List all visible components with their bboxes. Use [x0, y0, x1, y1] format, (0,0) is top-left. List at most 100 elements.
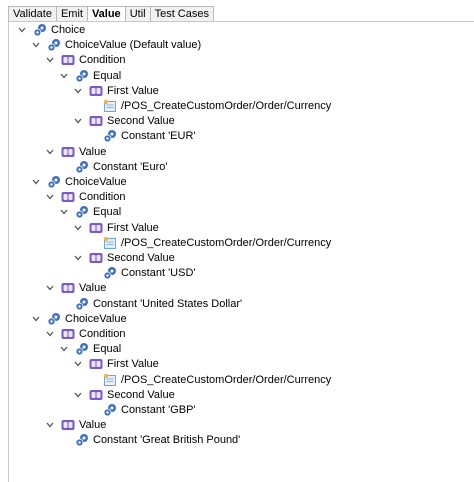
tree-node[interactable]: Constant 'GBP'	[87, 402, 196, 418]
expand-toggle-icon[interactable]	[31, 37, 41, 53]
tree-node[interactable]: ChoiceValue	[31, 174, 127, 190]
gears-icon	[33, 23, 47, 37]
expand-toggle-icon[interactable]	[31, 174, 41, 190]
tree-node[interactable]: Constant 'USD'	[87, 265, 196, 281]
condition-icon	[61, 145, 75, 159]
tab-value[interactable]: Value	[86, 6, 125, 22]
tree-node-label: Constant 'GBP'	[121, 404, 196, 416]
condition-icon	[61, 281, 75, 295]
tree-node[interactable]: Choice	[17, 22, 85, 38]
gears-icon	[103, 129, 117, 143]
gears-icon	[47, 175, 61, 189]
tree-node[interactable]: ChoiceValue (Default value)	[31, 37, 201, 53]
tree-node-label: Choice	[51, 24, 86, 36]
tree-node[interactable]: Value	[45, 417, 106, 433]
expand-toggle-icon[interactable]	[45, 326, 55, 342]
tree-node-label: First Value	[107, 358, 159, 371]
condition-icon	[89, 357, 103, 371]
gears-icon	[75, 342, 89, 356]
condition-icon	[89, 114, 103, 128]
tree-node-label: Condition	[79, 328, 126, 340]
expand-toggle-icon[interactable]	[59, 341, 69, 357]
tree-node[interactable]: Value	[45, 280, 106, 296]
condition-icon	[89, 388, 103, 402]
expand-toggle-icon[interactable]	[31, 311, 41, 327]
tab-util[interactable]: Util	[124, 6, 150, 22]
tree-node[interactable]: /POS_CreateCustomOrder/Order/Currency	[87, 235, 331, 251]
path-node-icon	[103, 373, 117, 387]
gears-icon	[75, 69, 89, 83]
tree-node-label: ChoiceValue	[65, 176, 127, 188]
gears-icon	[103, 403, 117, 417]
tree-node-label: First Value	[107, 221, 159, 234]
expand-toggle-icon[interactable]	[45, 417, 55, 433]
tree-node[interactable]: Constant 'Great British Pound'	[59, 432, 240, 448]
expand-toggle-icon[interactable]	[45, 189, 55, 205]
tree-node-label: Second Value	[107, 115, 175, 128]
tree-node-label: Equal	[93, 343, 122, 356]
tree-node-label: /POS_CreateCustomOrder/Order/Currency	[121, 236, 332, 249]
tree-node-label: ChoiceValue	[65, 312, 127, 325]
expand-toggle-icon[interactable]	[59, 68, 69, 84]
tree-node[interactable]: /POS_CreateCustomOrder/Order/Currency	[87, 372, 331, 388]
tree-node-label: Condition	[79, 54, 126, 67]
tab-test-cases[interactable]: Test Cases	[149, 6, 214, 22]
tree-node[interactable]: Condition	[45, 326, 125, 342]
gears-icon	[75, 160, 89, 174]
expand-toggle-icon[interactable]	[45, 144, 55, 160]
tree-node[interactable]: Condition	[45, 52, 125, 68]
tree-node[interactable]: Constant 'EUR'	[87, 128, 196, 144]
tree-node[interactable]: Value	[45, 144, 106, 160]
tab-bar: Validate Emit Value Util Test Cases	[0, 0, 474, 22]
tab-emit[interactable]: Emit	[55, 6, 87, 22]
tree-node-label: /POS_CreateCustomOrder/Order/Currency	[121, 100, 332, 112]
tree-node[interactable]: Constant 'United States Dollar'	[59, 296, 242, 312]
tree-node-label: Constant 'Euro'	[93, 160, 168, 173]
tree-node[interactable]: Second Value	[73, 250, 175, 266]
tree-node-label: Value	[79, 419, 107, 432]
tree-node-label: Second Value	[107, 252, 175, 264]
condition-icon	[61, 418, 75, 432]
tree-node-label: Constant 'USD'	[121, 267, 196, 280]
tab-validate[interactable]: Validate	[8, 6, 56, 22]
tree-node[interactable]: Second Value	[73, 113, 175, 129]
tree-node[interactable]: First Value	[73, 83, 159, 99]
tree-node[interactable]: First Value	[73, 220, 159, 236]
expand-toggle-icon[interactable]	[73, 387, 83, 403]
tree-node[interactable]: Equal	[59, 341, 121, 357]
tree-node[interactable]: /POS_CreateCustomOrder/Order/Currency	[87, 98, 331, 114]
expand-toggle-icon[interactable]	[45, 280, 55, 296]
tree-node-label: Constant 'EUR'	[121, 130, 196, 143]
path-node-icon	[103, 99, 117, 113]
tree-node-label: Second Value	[107, 388, 175, 401]
expand-toggle-icon[interactable]	[59, 204, 69, 220]
expand-toggle-icon[interactable]	[73, 220, 83, 236]
gears-icon	[103, 266, 117, 280]
tree-node[interactable]: Constant 'Euro'	[59, 159, 168, 175]
tree-node[interactable]: Equal	[59, 204, 121, 220]
tree-node[interactable]: Condition	[45, 189, 125, 205]
expand-toggle-icon[interactable]	[73, 250, 83, 266]
tree-node-label: Value	[79, 145, 107, 158]
expand-toggle-icon[interactable]	[73, 113, 83, 129]
condition-icon	[61, 327, 75, 341]
gears-icon	[75, 205, 89, 219]
condition-icon	[61, 190, 75, 204]
expand-toggle-icon[interactable]	[73, 356, 83, 372]
tree-node[interactable]: First Value	[73, 356, 159, 372]
expand-toggle-icon[interactable]	[45, 52, 55, 68]
expand-toggle-icon[interactable]	[73, 83, 83, 99]
tree-node[interactable]: Equal	[59, 68, 121, 84]
gears-icon	[75, 297, 89, 311]
expand-toggle-icon[interactable]	[17, 22, 27, 38]
tree-panel: Choice ChoiceValue (Default value) Conditi…	[8, 21, 474, 482]
condition-icon	[61, 53, 75, 67]
path-node-icon	[103, 236, 117, 250]
tree-node-label: First Value	[107, 84, 159, 97]
tree-node[interactable]: Second Value	[73, 387, 175, 403]
gears-icon	[75, 433, 89, 447]
tree-node[interactable]: ChoiceValue	[31, 311, 127, 327]
tabs: Validate Emit Value Util Test Cases	[8, 6, 214, 22]
tree-node-label: Constant 'United States Dollar'	[93, 297, 243, 310]
tree-node-label: ChoiceValue (Default value)	[65, 39, 202, 52]
